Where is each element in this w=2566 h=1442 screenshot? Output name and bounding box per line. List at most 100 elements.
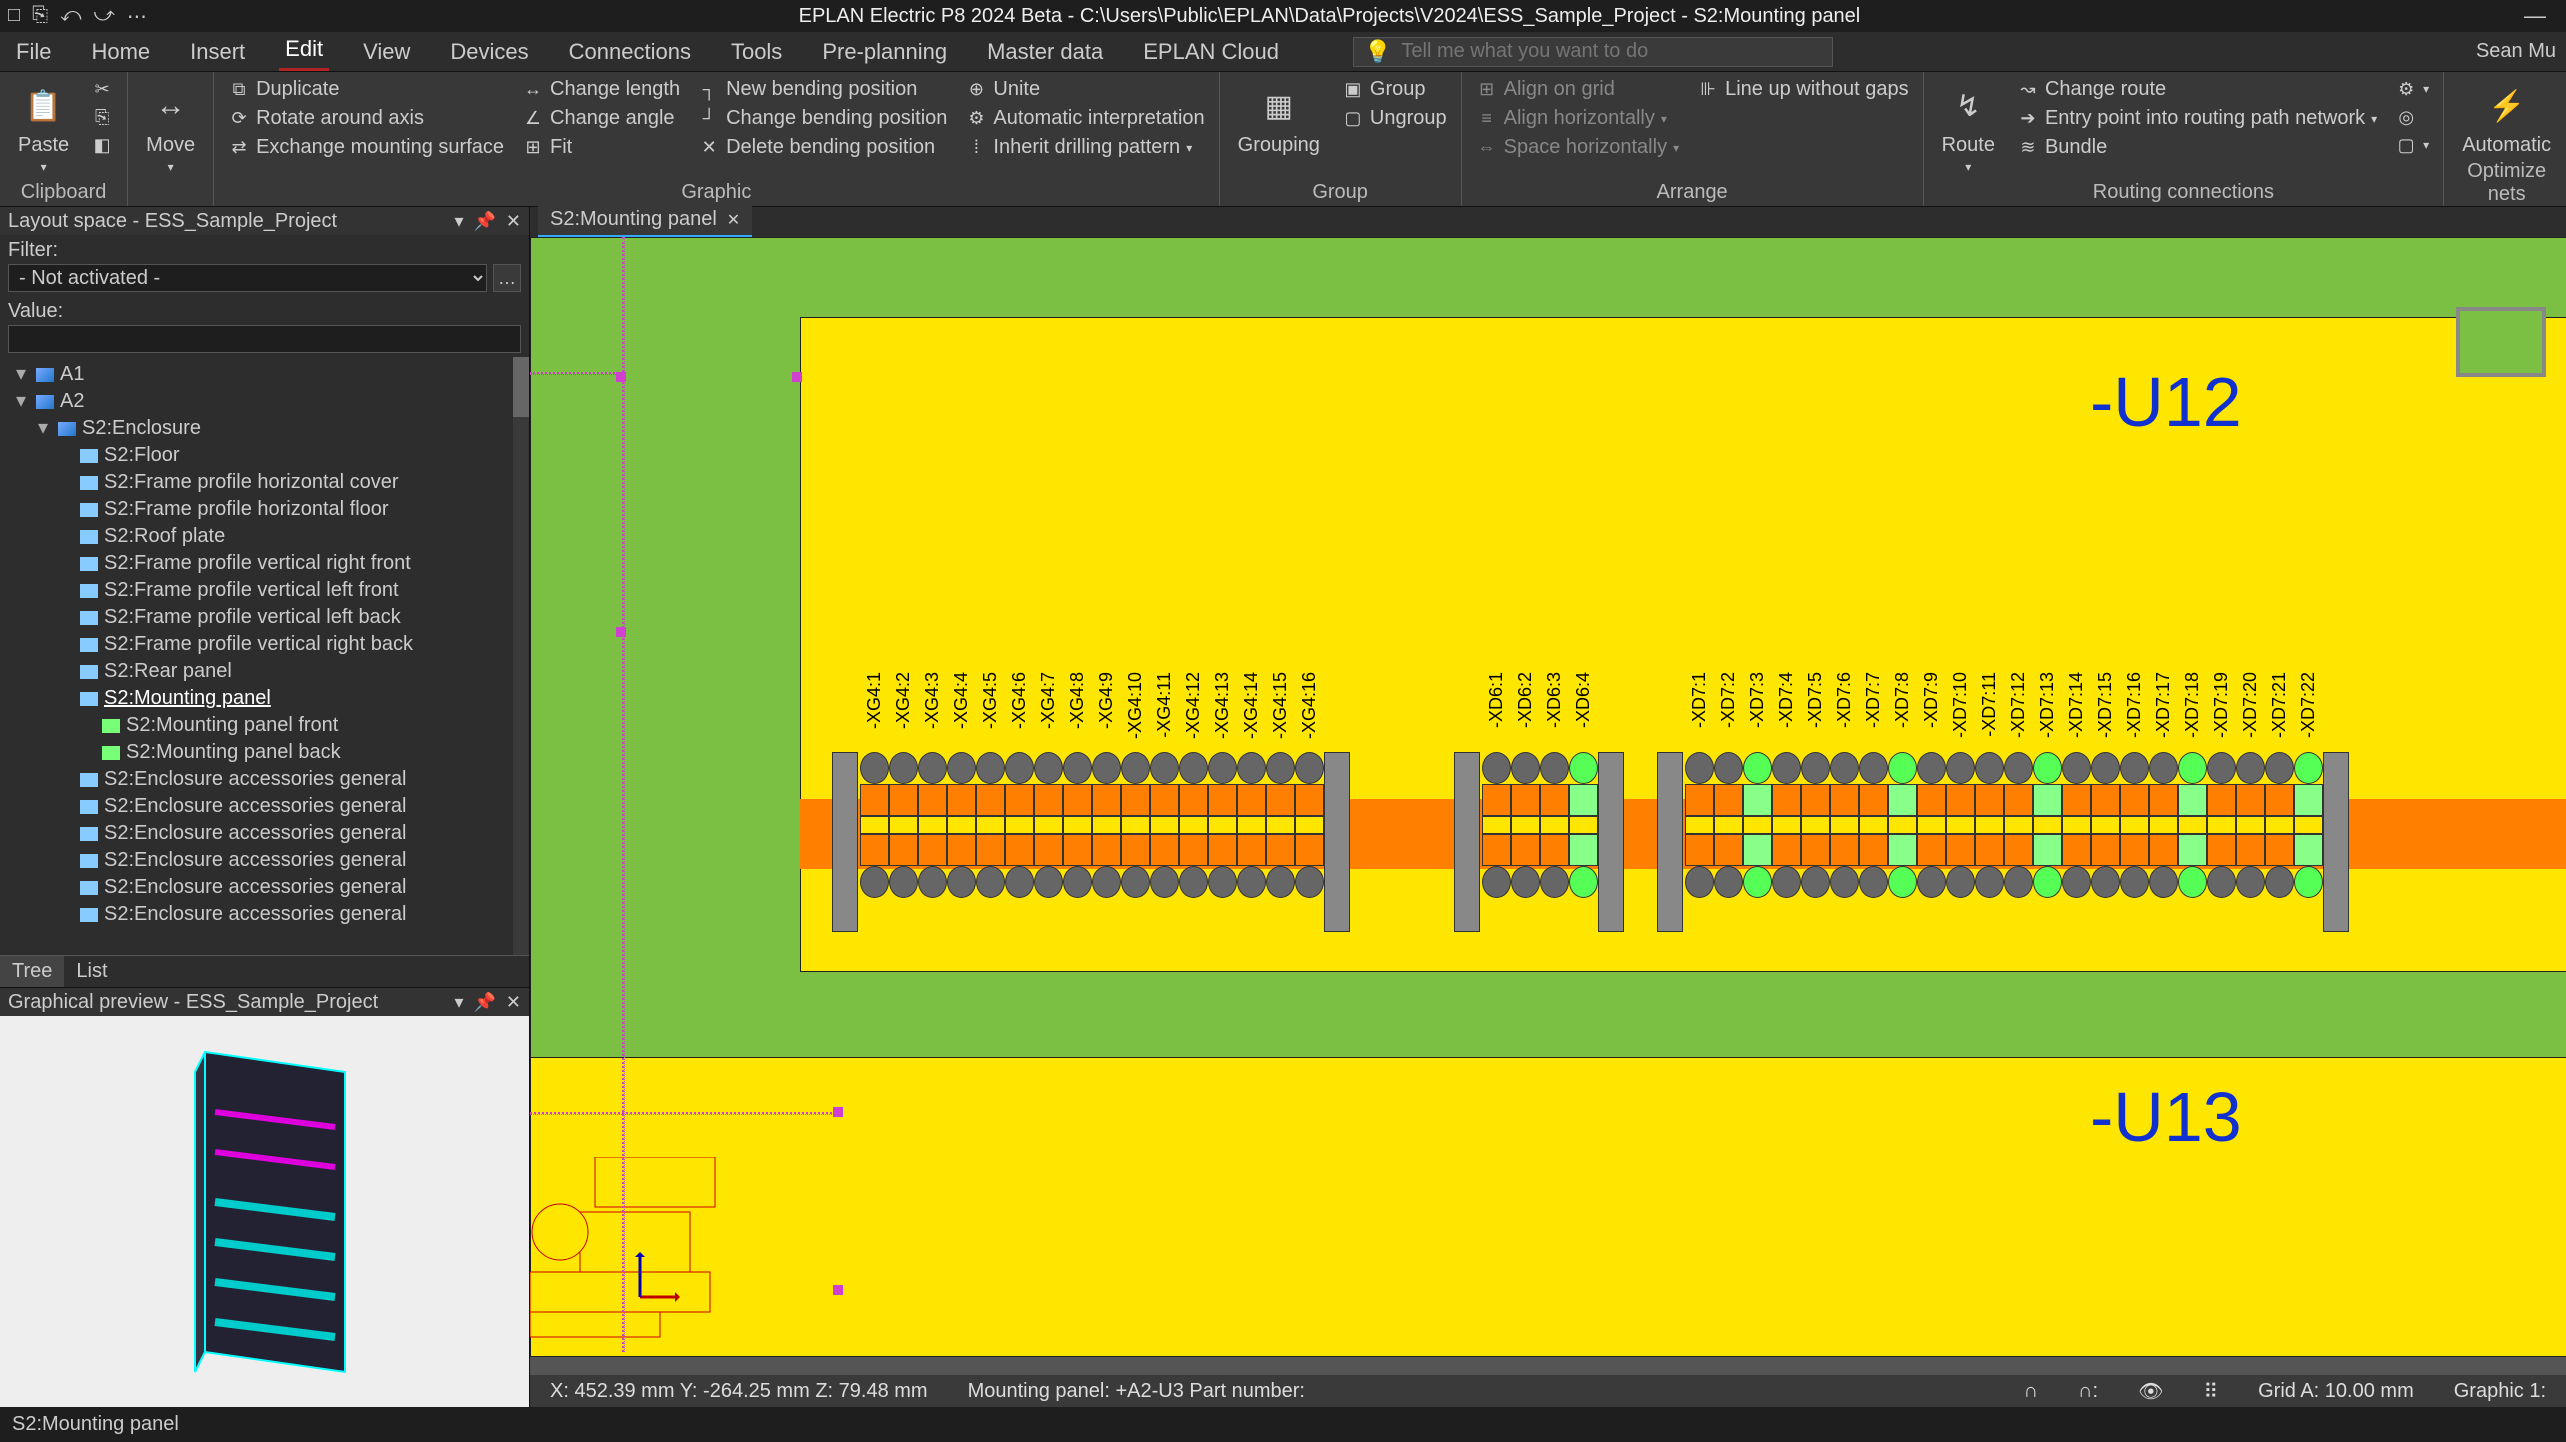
close-icon[interactable]: ✕ [506,992,521,1013]
move-button[interactable]: ↔ Move ▾ [142,78,199,178]
terminal-block-xg4[interactable]: -XG4:1-XG4:2-XG4:3-XG4:4-XG4:5-XG4:6-XG4… [860,752,1324,898]
menu-view[interactable]: View [357,35,416,69]
tree-node[interactable]: S2:Enclosure accessories general [6,874,523,901]
tree-node[interactable]: S2:Enclosure accessories general [6,820,523,847]
menu-home[interactable]: Home [85,35,156,69]
menu-tools[interactable]: Tools [725,35,788,69]
tree-node[interactable]: S2:Roof plate [6,523,523,550]
eraser-button[interactable]: ◧ [91,134,113,156]
lineup-button[interactable]: ⊪Line up without gaps [1697,78,1908,101]
route-opt1-button[interactable]: ⚙▾ [2395,78,2429,100]
tree-node[interactable]: S2:Enclosure accessories general [6,793,523,820]
unite-button[interactable]: ⊕Unite [965,78,1204,101]
tree-node[interactable]: S2:Mounting panel [6,685,523,712]
tree-node[interactable]: ▾S2:Enclosure [6,415,523,442]
guide-handle[interactable] [833,1107,843,1117]
tab-tree[interactable]: Tree [0,956,64,987]
rotate-button[interactable]: ⟳Rotate around axis [228,107,504,130]
automatic-button[interactable]: ⚡ Automatic [2458,78,2555,160]
user-name[interactable]: Sean Mu [2476,40,2556,63]
close-icon[interactable]: ✕ [506,211,521,232]
drawing-canvas[interactable]: -U12 -U13 -XG4:1-XG4:2-XG4:3-XG4:4-XG4:5… [530,237,2566,1375]
fit-button[interactable]: ⊞Fit [522,136,680,159]
route-opt2-button[interactable]: ◎ [2395,106,2429,128]
close-tab-icon[interactable]: ✕ [727,210,740,230]
tree-node[interactable]: S2:Frame profile vertical left front [6,577,523,604]
tree-node[interactable]: S2:Frame profile vertical right front [6,550,523,577]
guide-handle[interactable] [616,627,626,637]
menu-edit[interactable]: Edit [279,32,329,71]
pin-icon[interactable]: 📌 [473,992,495,1013]
qat-icon[interactable]: ⤻ [93,4,114,29]
entry-point-button[interactable]: ➔Entry point into routing path network ▾ [2017,107,2377,130]
navigator-thumbnail[interactable] [2456,307,2546,377]
copy-button[interactable]: ⎘ [91,106,113,128]
cut-button[interactable]: ✂ [91,78,113,100]
minimize-icon[interactable]: — [2512,3,2558,29]
change-angle-button[interactable]: ∠Change angle [522,107,680,130]
auto-interp-button[interactable]: ⚙Automatic interpretation [965,107,1204,130]
terminal-block-xd6[interactable]: -XD6:1-XD6:2-XD6:3-XD6:4 [1482,752,1598,898]
duplicate-button[interactable]: ⧉Duplicate [228,78,504,101]
tree-node[interactable]: S2:Frame profile vertical right back [6,631,523,658]
group-button[interactable]: ▣Group [1342,78,1447,101]
tree-node[interactable]: ▾A2 [6,388,523,415]
tree-node[interactable]: S2:Frame profile horizontal floor [6,496,523,523]
menu-cloud[interactable]: EPLAN Cloud [1137,35,1285,69]
qat-icon[interactable]: □ [8,4,20,29]
tree-node[interactable]: S2:Mounting panel back [6,739,523,766]
align-horiz-button[interactable]: ≡Align horizontally ▾ [1476,107,1679,130]
grid-toggle-icon[interactable]: ⠿ [2203,1379,2218,1404]
value-input[interactable] [8,325,521,353]
doc-tab-mounting-panel[interactable]: S2:Mounting panel ✕ [538,204,752,237]
terminal-block-xd7[interactable]: -XD7:1-XD7:2-XD7:3-XD7:4-XD7:5-XD7:6-XD7… [1685,752,2323,898]
guide-handle[interactable] [792,372,802,382]
tree-node[interactable]: S2:Enclosure accessories general [6,847,523,874]
filter-select[interactable]: - Not activated - [8,264,487,292]
tree-node[interactable]: S2:Rear panel [6,658,523,685]
menu-connections[interactable]: Connections [563,35,697,69]
scroll-thumb[interactable] [513,357,529,417]
tree-node[interactable]: S2:Frame profile vertical left back [6,604,523,631]
layout-tree[interactable]: ▾A1▾A2▾S2:EnclosureS2:FloorS2:Frame prof… [0,357,529,955]
paste-button[interactable]: 📋 Paste ▾ [14,78,73,178]
menu-file[interactable]: File [10,35,57,69]
visibility-icon[interactable]: 👁 [2138,1379,2163,1404]
menu-insert[interactable]: Insert [184,35,251,69]
guide-handle[interactable] [833,1285,843,1295]
align-grid-button[interactable]: ⊞Align on grid [1476,78,1679,101]
tree-node[interactable]: S2:Enclosure accessories general [6,766,523,793]
qat-icon[interactable]: ⋯ [127,4,147,29]
snap-icon[interactable]: ∩ [2024,1380,2038,1403]
menu-preplanning[interactable]: Pre-planning [816,35,953,69]
tree-node[interactable]: S2:Mounting panel front [6,712,523,739]
snap-icon[interactable]: ∩: [2078,1380,2098,1403]
new-bending-button[interactable]: ┐New bending position [698,78,947,101]
ungroup-button[interactable]: ▢Ungroup [1342,107,1447,130]
tab-list[interactable]: List [64,956,119,987]
tree-node[interactable]: S2:Floor [6,442,523,469]
tree-scrollbar[interactable] [513,357,529,955]
grouping-button[interactable]: ▦ Grouping [1234,78,1324,160]
menu-devices[interactable]: Devices [444,35,534,69]
tree-node[interactable]: S2:Enclosure accessories general [6,901,523,928]
tree-node[interactable]: S2:Frame profile horizontal cover [6,469,523,496]
exchange-surface-button[interactable]: ⇄Exchange mounting surface [228,136,504,159]
rail-u13[interactable] [530,1057,2566,1357]
tell-me-search[interactable]: 💡 [1353,37,1833,67]
filter-more-button[interactable]: … [493,264,521,292]
change-route-button[interactable]: ↝Change route [2017,78,2377,101]
change-length-button[interactable]: ↔Change length [522,78,680,101]
change-bending-button[interactable]: ┘Change bending position [698,107,947,130]
search-input[interactable] [1401,40,1822,63]
tree-node[interactable]: ▾A1 [6,361,523,388]
pin-icon[interactable]: 📌 [473,211,495,232]
dropdown-icon[interactable]: ▾ [454,211,463,232]
space-horiz-button[interactable]: ⇔Space horizontally ▾ [1476,136,1679,159]
route-button[interactable]: ↯ Route ▾ [1938,78,1999,178]
menu-masterdata[interactable]: Master data [981,35,1109,69]
route-opt3-button[interactable]: ▢▾ [2395,134,2429,156]
inherit-drilling-button[interactable]: ⁞Inherit drilling pattern ▾ [965,136,1204,159]
qat-icon[interactable]: ⤺ [60,4,81,29]
bundle-button[interactable]: ≋Bundle [2017,136,2377,159]
